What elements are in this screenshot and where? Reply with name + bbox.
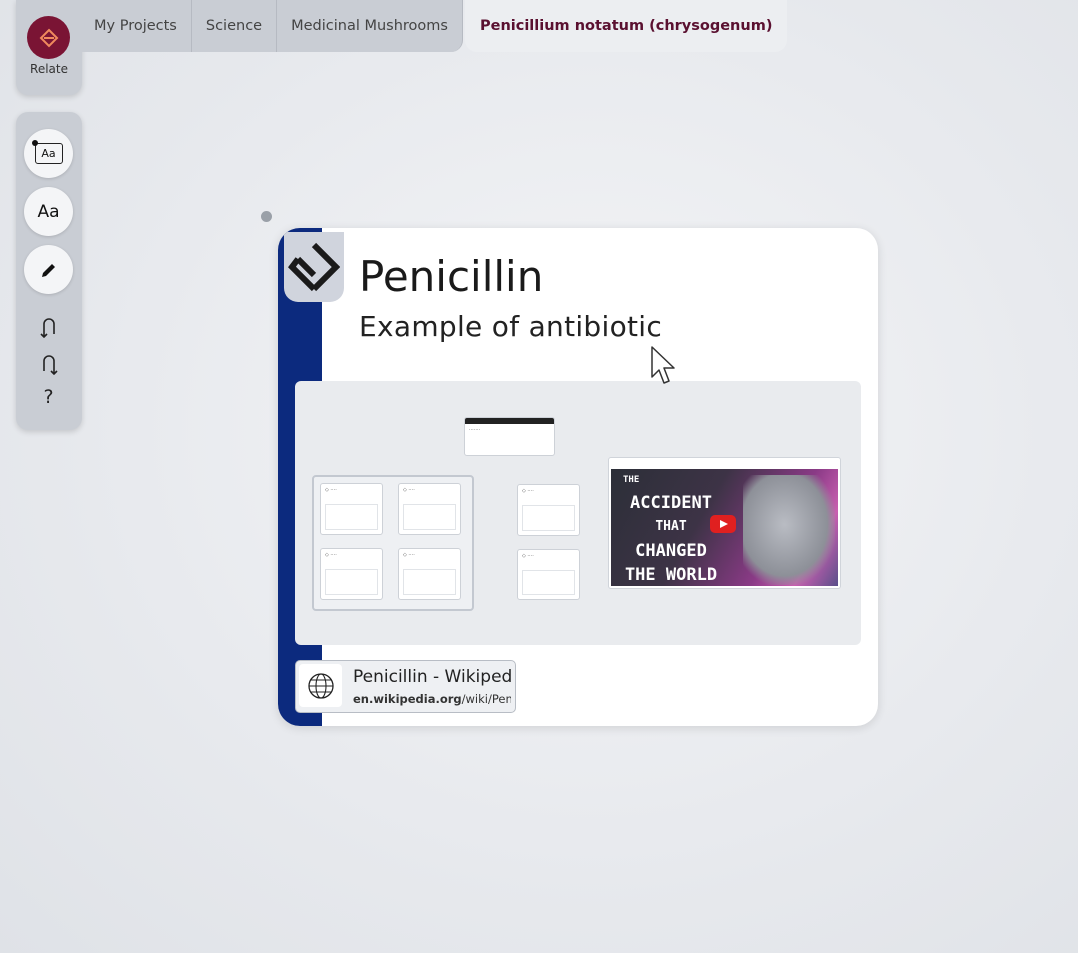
breadcrumb-science[interactable]: Science [191, 0, 278, 52]
breadcrumb-medicinal-mushrooms[interactable]: Medicinal Mushrooms [277, 0, 463, 52]
card-title[interactable]: Penicillin [359, 252, 543, 301]
undo-icon [39, 318, 55, 339]
video-pre: THE [623, 475, 640, 485]
video-thumbnail[interactable]: THE ACCIDENT THAT CHANGED THE WORLD [611, 469, 838, 586]
redo-icon [42, 355, 58, 376]
pencil-icon [41, 263, 55, 277]
text-style-tool-button[interactable]: Aa [24, 187, 73, 236]
text-box-tool-button[interactable]: Aa [24, 129, 73, 178]
help-button[interactable]: ? [24, 386, 73, 408]
breadcrumb: My Projects Science Medicinal Mushrooms … [82, 0, 788, 52]
app-name: Relate [30, 62, 68, 76]
mini-note: ······· [464, 417, 555, 456]
help-icon: ? [43, 386, 54, 408]
mini-group: ◇ ···· ◇ ···· ◇ ···· ◇ ···· [312, 475, 474, 611]
youtube-play-icon[interactable] [710, 515, 736, 533]
mini-card: ◇ ···· [320, 548, 383, 600]
video-headline: ACCIDENT THAT CHANGED THE WORLD [624, 493, 718, 585]
mini-card: ◇ ···· [320, 483, 383, 535]
card-subtitle[interactable]: Example of antibiotic [359, 310, 662, 343]
globe-icon [299, 664, 342, 707]
mini-card: ◇ ···· [398, 483, 461, 535]
text-style-icon: Aa [37, 201, 60, 222]
redo-button[interactable] [24, 353, 73, 379]
card-drag-handle[interactable] [261, 211, 272, 222]
mini-card: ◇ ···· [517, 549, 580, 600]
relate-logo-icon[interactable] [27, 16, 70, 59]
breadcrumb-my-projects[interactable]: My Projects [82, 0, 192, 52]
video-portrait [743, 475, 835, 585]
undo-button[interactable] [24, 316, 73, 342]
video-embed[interactable]: THE ACCIDENT THAT CHANGED THE WORLD [608, 457, 841, 589]
penicillin-card[interactable]: Penicillin Example of antibiotic ·······… [278, 228, 878, 726]
relate-card-icon [284, 232, 344, 302]
pencil-tool-button[interactable] [24, 245, 73, 294]
breadcrumb-current[interactable]: Penicillium notatum (chrysogenum) [464, 0, 788, 52]
mouse-cursor-icon [651, 346, 675, 384]
mini-card: ◇ ···· [398, 548, 461, 600]
wikipedia-link-chip[interactable]: Penicillin - Wikipedia en.wikipedia.org/… [295, 660, 516, 713]
link-url: en.wikipedia.org/wiki/Penicillin [353, 692, 511, 706]
text-box-icon: Aa [31, 140, 63, 164]
link-title: Penicillin - Wikipedia [353, 667, 511, 687]
mini-card: ◇ ···· [517, 484, 580, 536]
nested-canvas-preview[interactable]: ······· ◇ ···· ◇ ···· ◇ ···· ◇ ···· ◇ ··… [295, 381, 861, 645]
